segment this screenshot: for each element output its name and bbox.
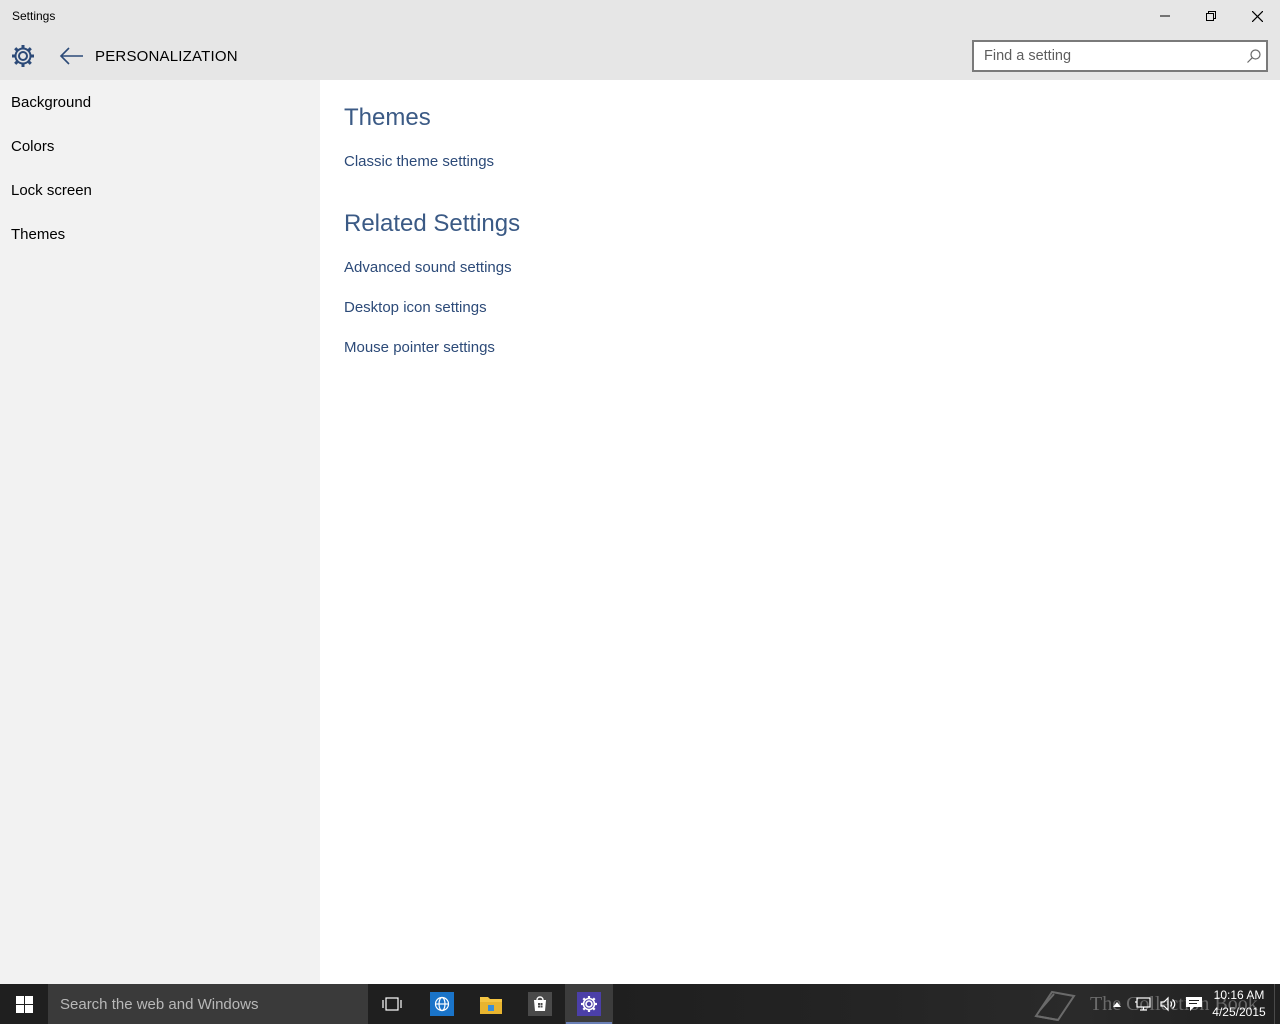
sidebar-item-background[interactable]: Background [11, 94, 91, 111]
desktop-icon-settings-link[interactable]: Desktop icon settings [344, 299, 487, 316]
network-icon [1135, 997, 1151, 1011]
title-bar: Settings [0, 0, 1280, 32]
settings-header: PERSONALIZATION [0, 32, 1280, 80]
sidebar-item-colors[interactable]: Colors [11, 138, 54, 155]
gear-icon [12, 45, 34, 67]
page-title: PERSONALIZATION [95, 48, 238, 65]
minimize-icon [1160, 15, 1170, 17]
store-icon [528, 992, 552, 1016]
taskbar-search-box[interactable] [48, 984, 368, 1024]
close-icon [1251, 10, 1263, 22]
start-button[interactable] [0, 984, 48, 1024]
browser-icon [430, 992, 454, 1016]
network-button[interactable] [1130, 984, 1156, 1024]
taskbar-search-input[interactable] [48, 984, 368, 1024]
show-hidden-icons-button[interactable] [1108, 984, 1126, 1024]
sidebar: Background Colors Lock screen Themes [0, 80, 320, 984]
restore-icon [1206, 11, 1216, 21]
browser-button[interactable] [418, 984, 466, 1024]
settings-taskbar-button[interactable] [565, 984, 613, 1024]
minimize-button[interactable] [1142, 0, 1188, 32]
window-title: Settings [12, 9, 56, 23]
back-button[interactable] [58, 44, 86, 68]
clock-time: 10:16 AM [1213, 988, 1265, 1002]
show-desktop-button[interactable] [1274, 984, 1280, 1024]
main-content: Themes Classic theme settings Related Se… [320, 80, 1280, 984]
back-arrow-icon [59, 47, 83, 65]
sidebar-item-lock-screen[interactable]: Lock screen [11, 182, 92, 199]
search-icon[interactable] [1246, 48, 1262, 64]
settings-icon [577, 992, 601, 1016]
advanced-sound-settings-link[interactable]: Advanced sound settings [344, 259, 512, 276]
notifications-icon [1186, 997, 1202, 1011]
find-setting-input[interactable] [974, 42, 1234, 70]
find-setting-box[interactable] [972, 40, 1268, 72]
clock-date: 4/25/2015 [1212, 1005, 1266, 1019]
related-settings-heading: Related Settings [344, 210, 521, 237]
themes-heading: Themes [344, 104, 431, 131]
action-center-button[interactable] [1182, 984, 1206, 1024]
windows-logo-icon [15, 995, 33, 1013]
sidebar-item-themes[interactable]: Themes [11, 226, 65, 243]
taskbar: The Collection Book [0, 984, 1280, 1024]
classic-theme-settings-link[interactable]: Classic theme settings [344, 153, 494, 170]
chevron-up-icon [1113, 1002, 1121, 1007]
book-icon [1034, 990, 1076, 1022]
volume-icon [1160, 996, 1176, 1012]
file-explorer-button[interactable] [467, 984, 515, 1024]
task-view-icon [382, 997, 402, 1011]
mouse-pointer-settings-link[interactable]: Mouse pointer settings [344, 339, 495, 356]
taskbar-clock[interactable]: 10:16 AM 4/25/2015 [1206, 987, 1272, 1021]
restore-button[interactable] [1188, 0, 1234, 32]
store-button[interactable] [516, 984, 564, 1024]
volume-button[interactable] [1156, 984, 1180, 1024]
task-view-button[interactable] [368, 984, 416, 1024]
settings-home-button[interactable] [11, 44, 35, 68]
file-explorer-icon [480, 997, 502, 1014]
close-button[interactable] [1234, 0, 1280, 32]
